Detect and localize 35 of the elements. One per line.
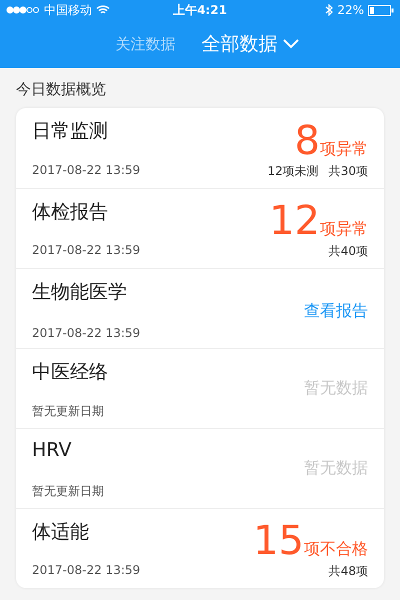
data-row[interactable]: 体检报告 12 项异常 2017-08-22 13:59 共40项 xyxy=(16,188,384,268)
data-row[interactable]: 日常监测 8项异常 2017-08-22 13:59 12项未测 共30项 xyxy=(16,108,384,188)
data-row[interactable]: 体适能 15 项不合格 2017-08-22 13:59 共48项 xyxy=(16,508,384,588)
row-title: 日常监测 xyxy=(32,119,109,144)
row-title: 体适能 xyxy=(32,520,90,545)
section-title: 今日数据概览 xyxy=(15,79,107,100)
abnormal-count: 8 xyxy=(294,120,320,160)
bluetooth-icon xyxy=(325,4,334,16)
item-count: 共48项 xyxy=(328,563,368,580)
update-date: 2017-08-22 13:59 xyxy=(32,163,142,179)
abnormal-count: 12 xyxy=(269,201,320,241)
update-date: 暂无更新日期 xyxy=(32,403,105,420)
update-date: 2017-08-22 13:59 xyxy=(32,563,142,579)
item-count: 共40项 xyxy=(328,243,368,260)
battery-icon xyxy=(368,4,394,16)
status-label: 项异常 xyxy=(320,138,368,160)
row-title: 生物能医学 xyxy=(32,280,128,305)
status-label: 项不合格 xyxy=(304,539,368,560)
abnormal-count: 15 xyxy=(253,521,304,561)
update-date: 2017-08-22 13:59 xyxy=(32,243,142,259)
chevron-down-icon xyxy=(282,39,298,49)
item-count: 共30项 xyxy=(328,163,368,180)
clock-time: 上午4:21 xyxy=(173,2,227,16)
battery-percent: 22% xyxy=(337,3,364,17)
carrier-name: 中国移动 xyxy=(44,2,92,18)
update-date: 2017-08-22 13:59 xyxy=(32,326,142,340)
item-count: 12项未测 xyxy=(267,163,319,180)
row-title: 体检报告 xyxy=(32,200,109,225)
signal-icon xyxy=(6,6,40,14)
wifi-icon xyxy=(96,5,110,15)
data-row[interactable]: 生物能医学 查看报告 2017-08-22 13:59 xyxy=(16,268,384,348)
status-label: 项异常 xyxy=(320,219,368,240)
update-date: 暂无更新日期 xyxy=(32,483,105,500)
row-title: HRV xyxy=(32,439,72,461)
row-title: 中医经络 xyxy=(32,360,109,385)
